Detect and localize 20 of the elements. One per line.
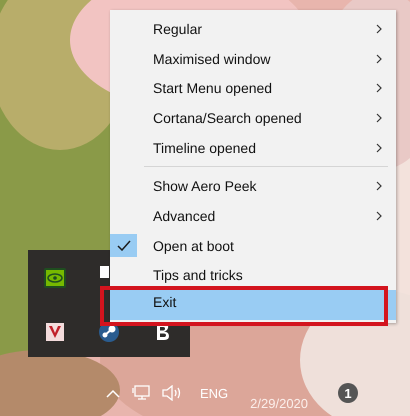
menu-item[interactable]: Open at boot — [110, 230, 396, 260]
menu-item[interactable]: Cortana/Search opened — [110, 103, 396, 133]
menu-item[interactable]: Advanced — [110, 201, 396, 231]
eye-icon[interactable] — [44, 268, 66, 288]
caret-up-icon[interactable] — [106, 388, 120, 398]
chevron-right-icon — [376, 142, 382, 153]
chevron-right-icon — [376, 181, 382, 192]
menu-item[interactable]: Timeline opened — [110, 132, 396, 162]
v-logo-icon[interactable] — [46, 322, 64, 340]
chevron-right-icon — [376, 113, 382, 124]
menu-item[interactable]: Start Menu opened — [110, 73, 396, 104]
chevron-right-icon — [376, 24, 382, 34]
chevron-right-icon — [376, 54, 382, 64]
menu-item[interactable]: Regular — [110, 14, 396, 44]
menu-item[interactable]: Maximised window — [110, 44, 396, 74]
menu-item[interactable]: Exit — [110, 290, 396, 320]
chevron-right-icon — [376, 211, 382, 222]
menu-item[interactable]: Show Aero Peek — [110, 171, 396, 202]
chevron-right-icon — [376, 83, 382, 94]
menu-item[interactable]: Tips and tricks — [110, 260, 396, 290]
